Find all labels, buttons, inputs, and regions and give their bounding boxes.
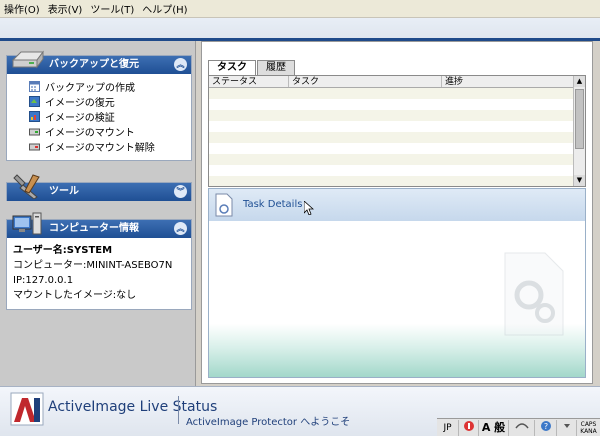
calendar-icon — [29, 81, 40, 92]
tools-header[interactable]: ツール ︾ — [7, 174, 191, 201]
backup-restore-title: バックアップと復元 — [49, 59, 139, 70]
table-row — [209, 121, 585, 132]
table-scrollbar[interactable]: ▲ ▼ — [573, 76, 585, 186]
backup-restore-header[interactable]: バックアップと復元 ︽ — [7, 50, 191, 74]
language-bar: JP A 般 ? CAPS KANA — [437, 418, 600, 436]
options-button[interactable] — [557, 419, 577, 436]
activeimage-logo — [10, 392, 44, 426]
table-row — [209, 154, 585, 165]
tab-strip: タスク 履歴 — [208, 60, 296, 75]
input-mode-letter: A — [481, 420, 491, 434]
help-icon: ? — [540, 420, 551, 431]
menu-tools[interactable]: ツール(T) — [90, 1, 134, 16]
kana-label: KANA — [580, 427, 597, 435]
task-details-panel: Task Details — [208, 188, 586, 378]
collapse-up-icon[interactable]: ︽ — [174, 58, 187, 71]
computer-info-header[interactable]: コンピューター情報 ︽ — [7, 212, 191, 238]
mount-image-label: イメージのマウント — [45, 128, 135, 139]
ime-pad[interactable] — [509, 419, 535, 436]
caps-kana-indicator: CAPS KANA — [577, 420, 600, 436]
task-table[interactable]: ステータス タスク 進捗 ▲ ▼ — [208, 75, 586, 187]
svg-text:?: ? — [543, 422, 547, 431]
backup-restore-list: バックアップの作成 イメージの復元 イメージの検証 イメージのマウント イメージ… — [7, 74, 191, 160]
menu-view[interactable]: 表示(V) — [48, 1, 83, 16]
table-header: ステータス タスク 進捗 — [209, 76, 585, 88]
menu-action[interactable]: 操作(O) — [4, 1, 40, 16]
menu-bar: 操作(O) 表示(V) ツール(T) ヘルプ(H) — [0, 0, 600, 18]
mouse-cursor-icon — [304, 201, 314, 215]
table-row — [209, 176, 585, 186]
mounted-images-text: マウントしたイメージ:なし — [13, 290, 137, 301]
scroll-thumb[interactable] — [575, 89, 584, 149]
tools-title: ツール — [49, 186, 79, 197]
create-backup-link[interactable]: バックアップの作成 — [29, 79, 185, 94]
hard-drive-icon — [11, 50, 44, 69]
mount-image-icon — [29, 128, 40, 136]
computer-info-panel: コンピューター情報 ︽ ユーザー名:SYSTEM コンピューター:MININT-… — [6, 212, 192, 310]
header-band — [0, 18, 600, 38]
username-text: ユーザー名:SYSTEM — [13, 245, 113, 256]
scroll-down-icon[interactable]: ▼ — [574, 175, 585, 186]
unmount-image-label: イメージのマウント解除 — [45, 143, 155, 154]
column-status[interactable]: ステータス — [209, 76, 289, 87]
help-button[interactable]: ? — [535, 419, 557, 436]
restore-image-label: イメージの復元 — [45, 98, 115, 109]
expand-down-icon[interactable]: ︾ — [174, 185, 187, 198]
ip-address-text: IP:127.0.0.1 — [13, 275, 74, 286]
unmount-image-link[interactable]: イメージのマウント解除 — [29, 139, 185, 154]
collapse-up-icon[interactable]: ︽ — [174, 222, 187, 235]
left-pane: バックアップと復元 ︽ バックアップの作成 イメージの復元 イメージの検証 イメ… — [0, 41, 196, 386]
column-task[interactable]: タスク — [289, 76, 442, 87]
tools-panel: ツール ︾ — [6, 174, 192, 201]
table-row — [209, 143, 585, 154]
task-details-body — [209, 221, 585, 377]
verify-image-icon — [29, 111, 40, 122]
footer-divider — [178, 396, 179, 424]
tools-icon — [13, 174, 40, 199]
task-details-header: Task Details — [209, 189, 585, 221]
verify-image-label: イメージの検証 — [45, 113, 115, 124]
menu-help[interactable]: ヘルプ(H) — [142, 1, 187, 16]
task-details-title: Task Details — [243, 199, 303, 210]
computer-info-title: コンピューター情報 — [49, 223, 139, 234]
input-mode-kanji: 般 — [494, 420, 506, 434]
verify-image-link[interactable]: イメージの検証 — [29, 109, 185, 124]
main-pane: タスク 履歴 ステータス タスク 進捗 ▲ ▼ Task Details — [201, 41, 593, 384]
create-backup-label: バックアップの作成 — [45, 83, 135, 94]
welcome-text: ActiveImage Protector へようこそ — [186, 417, 351, 428]
restore-image-icon — [29, 96, 40, 107]
tab-tasks[interactable]: タスク — [208, 60, 256, 75]
table-row — [209, 165, 585, 176]
computer-icon — [12, 212, 42, 235]
computer-name-text: コンピューター:MININT-ASEBO7N — [13, 260, 173, 271]
column-progress[interactable]: 進捗 — [442, 76, 575, 87]
restore-image-link[interactable]: イメージの復元 — [29, 94, 185, 109]
table-row — [209, 99, 585, 110]
options-icon — [563, 423, 570, 428]
scroll-up-icon[interactable]: ▲ — [574, 76, 585, 87]
table-row — [209, 110, 585, 121]
table-rows — [209, 88, 585, 186]
document-icon — [215, 193, 233, 217]
unmount-image-icon — [29, 143, 40, 151]
ime-status[interactable] — [459, 419, 479, 436]
language-indicator[interactable]: JP — [437, 419, 459, 436]
backup-restore-panel: バックアップと復元 ︽ バックアップの作成 イメージの復元 イメージの検証 イメ… — [6, 50, 192, 161]
ime-icon — [463, 420, 474, 431]
ime-pad-icon — [514, 422, 529, 428]
table-row — [209, 88, 585, 99]
tab-history[interactable]: 履歴 — [257, 60, 295, 75]
computer-info-body: ユーザー名:SYSTEM コンピューター:MININT-ASEBO7N IP:1… — [7, 238, 191, 309]
mount-image-link[interactable]: イメージのマウント — [29, 124, 185, 139]
input-mode[interactable]: A 般 — [479, 419, 509, 436]
gears-document-icon — [504, 252, 564, 336]
caps-label: CAPS — [580, 420, 597, 428]
table-row — [209, 132, 585, 143]
